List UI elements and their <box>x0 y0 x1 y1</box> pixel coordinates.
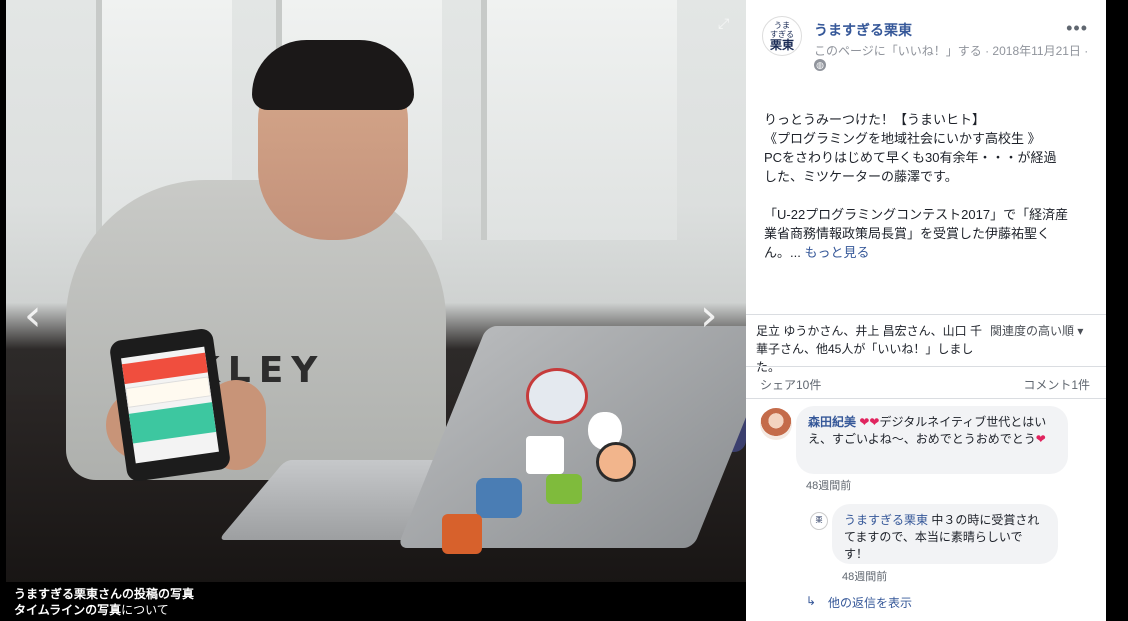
commenter-avatar[interactable] <box>760 408 792 440</box>
reply-arrow-icon: ↳ <box>806 594 817 608</box>
heart-icon: ❤ <box>1035 432 1046 446</box>
shares-count[interactable]: シェア10件 <box>760 376 821 393</box>
window-edge <box>1106 0 1128 621</box>
sticker <box>596 442 636 482</box>
post-body-line: PCをさわりはじめて早くも30有余年・・・が経過 <box>764 150 1057 165</box>
post-panel: うま すぎる 栗東 うますぎる栗東 このページに「いいね！」する · 2018年… <box>746 0 1106 621</box>
next-photo-icon[interactable]: › <box>700 290 718 341</box>
page-name-link[interactable]: うますぎる栗東 <box>814 20 912 40</box>
post-body-line: 《プログラミングを地域社会にいかす高校生 》 <box>764 131 1041 146</box>
photo-caption: うますぎる栗東さんの投稿の写真 タイムラインの写真について <box>14 586 194 618</box>
caption-suffix: について <box>121 603 169 617</box>
post-body-line: 業省商務情報政策局長賞」を受賞した伊藤祐聖く <box>764 226 1051 241</box>
sticker <box>546 474 582 504</box>
person-hair <box>252 40 414 110</box>
photo-viewer: AKLEY ‹ › ⤢ うますぎる栗東さんの投稿の写真 タイムラインの写真につい… <box>0 0 746 621</box>
fullscreen-icon[interactable]: ⤢ <box>718 16 729 32</box>
sticker <box>526 368 588 424</box>
comment-author[interactable]: 森田紀美 <box>808 415 856 429</box>
caption-title[interactable]: うますぎる栗東さんの投稿の写真 <box>14 587 194 601</box>
caption-album-link[interactable]: タイムラインの写真 <box>14 603 121 617</box>
sticker <box>526 436 564 474</box>
post-body-line: りっとうみーつけた！【うまいヒト】 <box>764 112 986 127</box>
previous-photo-icon[interactable]: ‹ <box>24 290 42 341</box>
see-more-link[interactable]: もっと見る <box>804 245 869 260</box>
post-body-line: 「U-22プログラミングコンテスト2017」で「経済産 <box>764 207 1069 222</box>
view-more-replies-link[interactable]: 他の返信を表示 <box>828 594 912 611</box>
sort-comments-dropdown[interactable]: 関連度の高い順 ▾ <box>990 322 1083 339</box>
sticker <box>442 514 482 554</box>
reply-author[interactable]: うますぎる栗東 <box>844 513 928 527</box>
post-body-line: した、ミツケーターの藤澤です。 <box>764 169 958 184</box>
page-avatar[interactable]: うま すぎる 栗東 <box>762 16 802 56</box>
post-meta[interactable]: このページに「いいね！」する · 2018年11月21日 · <box>814 42 1088 59</box>
avatar-text: うま <box>774 21 790 30</box>
reply-time[interactable]: 48週間前 <box>842 568 887 584</box>
sticker <box>476 478 522 518</box>
comment-time[interactable]: 48週間前 <box>806 477 851 493</box>
more-options-icon[interactable]: ••• <box>1066 18 1088 39</box>
post-body-line: ん。... <box>764 245 801 260</box>
reply-bubble: うますぎる栗東 中３の時に受賞されてますので、本当に素晴らしいです！ <box>832 504 1058 564</box>
comments-count[interactable]: コメント1件 <box>1023 376 1090 393</box>
heart-icon: ❤❤ <box>859 415 880 429</box>
smartphone <box>108 327 232 483</box>
avatar-text: 栗東 <box>769 38 794 52</box>
globe-icon[interactable]: ◍ <box>814 59 826 71</box>
post-photo: AKLEY <box>6 0 746 582</box>
reply-avatar[interactable]: 栗 <box>810 512 828 530</box>
likes-summary[interactable]: 足立 ゆうかさん、井上 昌宏さん、山口 千華子さん、他45人が「いいね！」しまし… <box>756 322 988 376</box>
post-body: りっとうみーつけた！【うまいヒト】 《プログラミングを地域社会にいかす高校生 》… <box>764 110 1094 262</box>
comment-bubble: 森田紀美 ❤❤デジタルネイティブ世代とはいえ、すごいよね～、おめでとうおめでとう… <box>796 406 1068 474</box>
